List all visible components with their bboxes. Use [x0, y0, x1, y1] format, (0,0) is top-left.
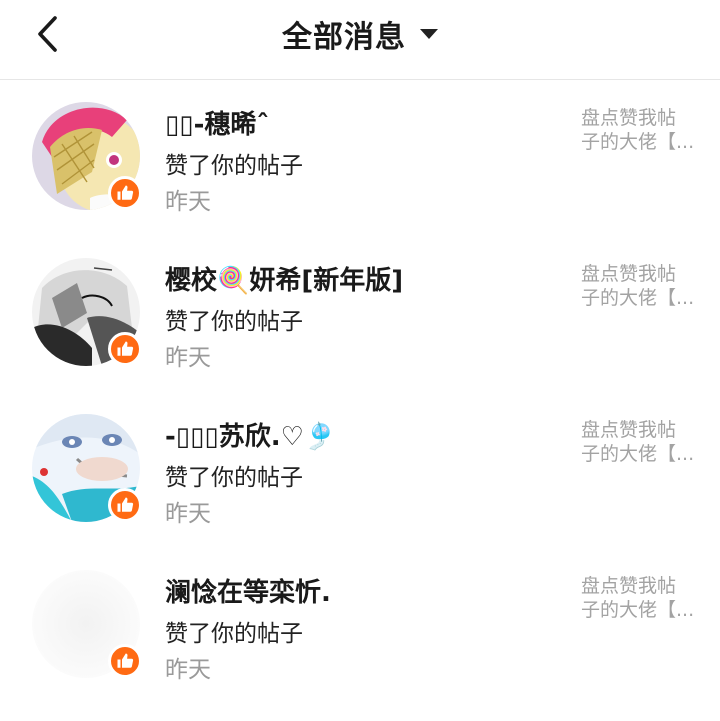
top-nav-bar: 全部消息 [0, 0, 720, 80]
post-snippet-line: 子的大佬【... [581, 599, 695, 621]
post-snippet[interactable]: 盘点赞我帖 子的大佬【... [581, 106, 699, 154]
post-snippet[interactable]: 盘点赞我帖 子的大佬【... [581, 418, 699, 466]
post-snippet[interactable]: 盘点赞我帖 子的大佬【... [581, 262, 699, 310]
timestamp: 昨天 [165, 657, 211, 683]
action-text: 赞了你的帖子 [165, 309, 303, 335]
avatar-container [32, 570, 142, 678]
list-item[interactable]: -▯▯▯苏欣.♡🎐 赞了你的帖子 昨天 盘点赞我帖 子的大佬【... [0, 392, 720, 548]
thumbs-up-icon [117, 341, 134, 356]
sender-name[interactable]: ▯▯-穗晞ˆ [165, 104, 269, 141]
like-badge [108, 332, 142, 366]
post-snippet-line: 子的大佬【... [581, 287, 695, 309]
message-filter-dropdown[interactable]: 全部消息 [0, 14, 720, 55]
post-snippet-line: 子的大佬【... [581, 443, 695, 465]
avatar-container [32, 102, 142, 210]
action-text: 赞了你的帖子 [165, 621, 303, 647]
list-item[interactable]: ▯▯-穗晞ˆ 赞了你的帖子 昨天 盘点赞我帖 子的大佬【... [0, 80, 720, 236]
action-text: 赞了你的帖子 [165, 153, 303, 179]
sender-name[interactable]: 澜惗在等栾忻. [165, 572, 331, 609]
sender-name[interactable]: -▯▯▯苏欣.♡🎐 [165, 416, 336, 453]
page-title: 全部消息 [282, 20, 406, 55]
list-item[interactable]: 樱校🍭妍希[新年版] 赞了你的帖子 昨天 盘点赞我帖 子的大佬【... [0, 236, 720, 392]
like-badge [108, 176, 142, 210]
post-snippet[interactable]: 盘点赞我帖 子的大佬【... [581, 574, 699, 622]
thumbs-up-icon [117, 653, 134, 668]
avatar-container [32, 258, 142, 366]
post-snippet-line: 盘点赞我帖 [581, 107, 677, 129]
action-text: 赞了你的帖子 [165, 465, 303, 491]
timestamp: 昨天 [165, 345, 211, 371]
post-snippet-line: 子的大佬【... [581, 131, 695, 153]
post-snippet-line: 盘点赞我帖 [581, 419, 677, 441]
timestamp: 昨天 [165, 501, 211, 527]
thumbs-up-icon [117, 185, 134, 200]
caret-down-icon [420, 29, 438, 39]
sender-name[interactable]: 樱校🍭妍希[新年版] [165, 260, 403, 297]
thumbs-up-icon [117, 497, 134, 512]
list-item[interactable]: 澜惗在等栾忻. 赞了你的帖子 昨天 盘点赞我帖 子的大佬【... [0, 548, 720, 704]
timestamp: 昨天 [165, 189, 211, 215]
post-snippet-line: 盘点赞我帖 [581, 575, 677, 597]
avatar-container [32, 414, 142, 522]
post-snippet-line: 盘点赞我帖 [581, 263, 677, 285]
like-badge [108, 644, 142, 678]
like-badge [108, 488, 142, 522]
